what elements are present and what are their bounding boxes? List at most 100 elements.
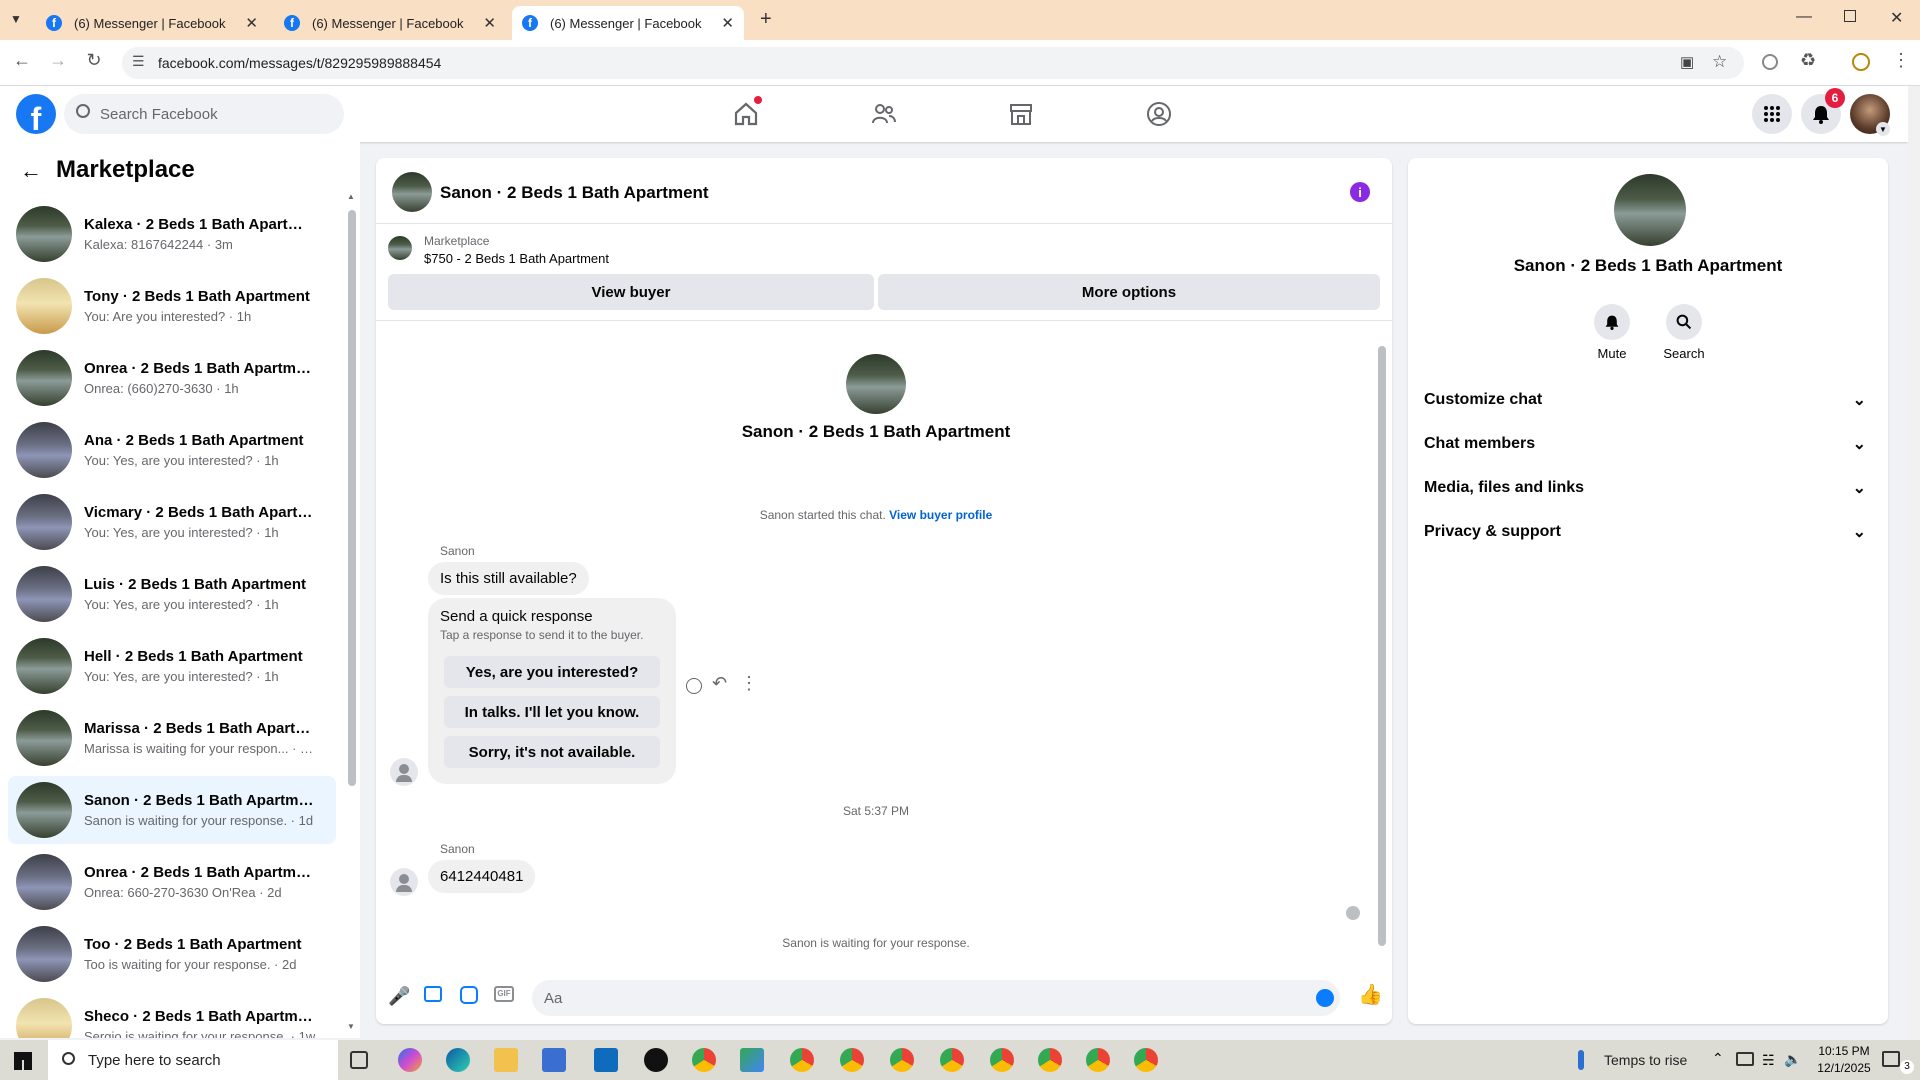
conversation-item[interactable]: Onrea · 2 Beds 1 Bath Apartment Onrea: (6… — [8, 344, 336, 412]
tab-list-chevron-icon[interactable]: ▼ — [10, 12, 22, 26]
conversation-item[interactable]: Marissa · 2 Beds 1 Bath Apartment Marissa… — [8, 704, 336, 772]
close-window-button[interactable]: ✕ — [1890, 8, 1903, 28]
quick-reply-not-available[interactable]: Sorry, it's not available. — [444, 736, 660, 768]
search-in-conversation-button[interactable]: Search — [1660, 304, 1708, 361]
notification-center-icon[interactable] — [1882, 1051, 1900, 1067]
chrome-icon[interactable] — [840, 1048, 864, 1072]
conversation-item[interactable]: Onrea · 2 Beds 1 Bath Apartment Onrea: 66… — [8, 848, 336, 916]
close-tab-icon[interactable]: ✕ — [245, 14, 258, 32]
play-icon[interactable] — [740, 1048, 764, 1072]
volume-icon[interactable]: 🔈 — [1784, 1051, 1801, 1068]
message-input[interactable]: Aa — [532, 980, 1340, 1016]
new-tab-button[interactable]: + — [760, 8, 772, 31]
listing-title[interactable]: $750 - 2 Beds 1 Bath Apartment — [424, 251, 609, 266]
chrome-icon-active[interactable] — [990, 1048, 1014, 1072]
copilot-icon[interactable] — [398, 1048, 422, 1072]
gif-icon[interactable]: GIF — [494, 986, 514, 1002]
clock-date[interactable]: 12/1/2025 — [1814, 1061, 1874, 1075]
home-nav-icon[interactable] — [728, 96, 764, 132]
back-arrow-icon[interactable]: ← — [20, 158, 42, 184]
mute-button[interactable]: Mute — [1592, 304, 1632, 361]
minimize-button[interactable]: — — [1796, 8, 1812, 26]
file-explorer-icon[interactable] — [494, 1048, 518, 1072]
scroll-down-icon[interactable]: ▼ — [347, 1022, 355, 1031]
page-scrollbar[interactable] — [1908, 86, 1920, 1040]
facebook-logo-icon[interactable]: f — [16, 94, 56, 134]
weather-text[interactable]: Temps to rise — [1604, 1052, 1687, 1068]
groups-nav-icon[interactable] — [1141, 96, 1177, 132]
clock-time[interactable]: 10:15 PM — [1814, 1044, 1874, 1058]
close-tab-icon[interactable]: ✕ — [721, 14, 734, 32]
search-facebook-input[interactable]: Search Facebook — [64, 94, 344, 134]
profile-avatar-large[interactable] — [846, 354, 906, 414]
marketplace-nav-icon[interactable] — [1003, 96, 1039, 132]
browser-tab[interactable]: f (6) Messenger | Facebook ✕ — [36, 6, 268, 40]
chat-header-avatar[interactable] — [392, 172, 432, 212]
taskbar-search-input[interactable]: Type here to search — [48, 1040, 338, 1080]
chat-header-title[interactable]: Sanon · 2 Beds 1 Bath Apartment — [440, 183, 709, 203]
menu-grid-button[interactable] — [1752, 94, 1792, 134]
chrome-icon[interactable] — [1038, 1048, 1062, 1072]
view-buyer-profile-link[interactable]: View buyer profile — [889, 508, 992, 522]
address-bar[interactable]: ☰ facebook.com/messages/t/82929598988845… — [122, 47, 1744, 79]
extension-icon[interactable] — [1762, 54, 1778, 70]
conversation-item[interactable]: Hell · 2 Beds 1 Bath Apartment You: Yes, … — [8, 632, 336, 700]
friends-nav-icon[interactable] — [866, 96, 902, 132]
customize-chat-section[interactable]: Customize chat ⌄ — [1424, 380, 1872, 420]
browser-menu-icon[interactable]: ⋮ — [1892, 50, 1910, 71]
conversation-item[interactable]: Kalexa · 2 Beds 1 Bath Apartment Kalexa: … — [8, 200, 336, 268]
conversation-item[interactable]: Vicmary · 2 Beds 1 Bath Apartm... You: Ye… — [8, 488, 336, 556]
account-chevron-icon[interactable]: ▼ — [1876, 122, 1890, 136]
chrome-icon[interactable] — [790, 1048, 814, 1072]
reply-icon[interactable]: ↶ — [712, 673, 727, 694]
profile-icon[interactable] — [1852, 53, 1870, 71]
chrome-icon[interactable] — [940, 1048, 964, 1072]
reload-icon[interactable]: ↻ — [82, 50, 106, 71]
privacy-support-section[interactable]: Privacy & support ⌄ — [1424, 512, 1872, 552]
edge-icon[interactable] — [446, 1048, 470, 1072]
browser-tab-active[interactable]: f (6) Messenger | Facebook ✕ — [512, 6, 744, 40]
microphone-icon[interactable]: 🎤 — [388, 986, 410, 1007]
tiktok-icon[interactable] — [644, 1048, 668, 1072]
quick-reply-in-talks[interactable]: In talks. I'll let you know. — [444, 696, 660, 728]
weather-thermometer-icon[interactable] — [1578, 1050, 1584, 1070]
message-bubble[interactable]: Is this still available? — [428, 562, 589, 595]
chrome-icon[interactable] — [692, 1048, 716, 1072]
conversation-item[interactable]: Tony · 2 Beds 1 Bath Apartment You: Are y… — [8, 272, 336, 340]
browser-tab[interactable]: f (6) Messenger | Facebook ✕ — [274, 6, 506, 40]
attach-image-icon[interactable] — [424, 986, 442, 1002]
emoji-picker-icon[interactable] — [1316, 989, 1334, 1007]
list-scrollbar[interactable] — [348, 210, 356, 786]
chrome-icon[interactable] — [1086, 1048, 1110, 1072]
forward-icon[interactable]: → — [46, 50, 70, 71]
notifications-button[interactable]: 6 — [1801, 88, 1845, 134]
details-avatar[interactable] — [1614, 174, 1686, 246]
quick-reply-interested[interactable]: Yes, are you interested? — [444, 656, 660, 688]
conversation-item[interactable]: Sheco · 2 Beds 1 Bath Apartment Sergio is… — [8, 992, 336, 1038]
like-thumbs-up-icon[interactable]: 👍 — [1358, 982, 1383, 1007]
media-files-links-section[interactable]: Media, files and links ⌄ — [1424, 468, 1872, 508]
store-icon[interactable] — [542, 1048, 566, 1072]
network-icon[interactable] — [1736, 1052, 1754, 1066]
chat-members-section[interactable]: Chat members ⌄ — [1424, 424, 1872, 464]
install-app-icon[interactable]: ▣ — [1680, 53, 1694, 71]
extensions-puzzle-icon[interactable]: ♻ — [1800, 50, 1816, 71]
windows-start-icon[interactable] — [14, 1052, 32, 1070]
outlook-icon[interactable] — [594, 1048, 618, 1072]
conversation-item[interactable]: Too · 2 Beds 1 Bath Apartment Too is wait… — [8, 920, 336, 988]
conversation-item[interactable]: Luis · 2 Beds 1 Bath Apartment You: Yes, … — [8, 560, 336, 628]
site-info-icon[interactable]: ☰ — [132, 53, 145, 70]
restore-button[interactable] — [1844, 10, 1856, 22]
listing-thumbnail[interactable] — [388, 236, 412, 260]
more-options-button[interactable]: More options — [878, 274, 1380, 310]
chrome-icon[interactable] — [890, 1048, 914, 1072]
chat-scrollbar[interactable] — [1378, 346, 1386, 946]
wifi-icon[interactable]: ☵ — [1762, 1052, 1775, 1069]
system-tray-chevron-icon[interactable]: ⌃ — [1712, 1050, 1724, 1067]
conversation-item[interactable]: Sanon · 2 Beds 1 Bath Apartment Sanon is … — [8, 776, 336, 844]
close-tab-icon[interactable]: ✕ — [483, 14, 496, 32]
bookmark-star-icon[interactable]: ☆ — [1712, 52, 1727, 72]
message-bubble[interactable]: 6412440481 — [428, 860, 536, 893]
chrome-icon[interactable] — [1134, 1048, 1158, 1072]
view-buyer-button[interactable]: View buyer — [388, 274, 874, 310]
